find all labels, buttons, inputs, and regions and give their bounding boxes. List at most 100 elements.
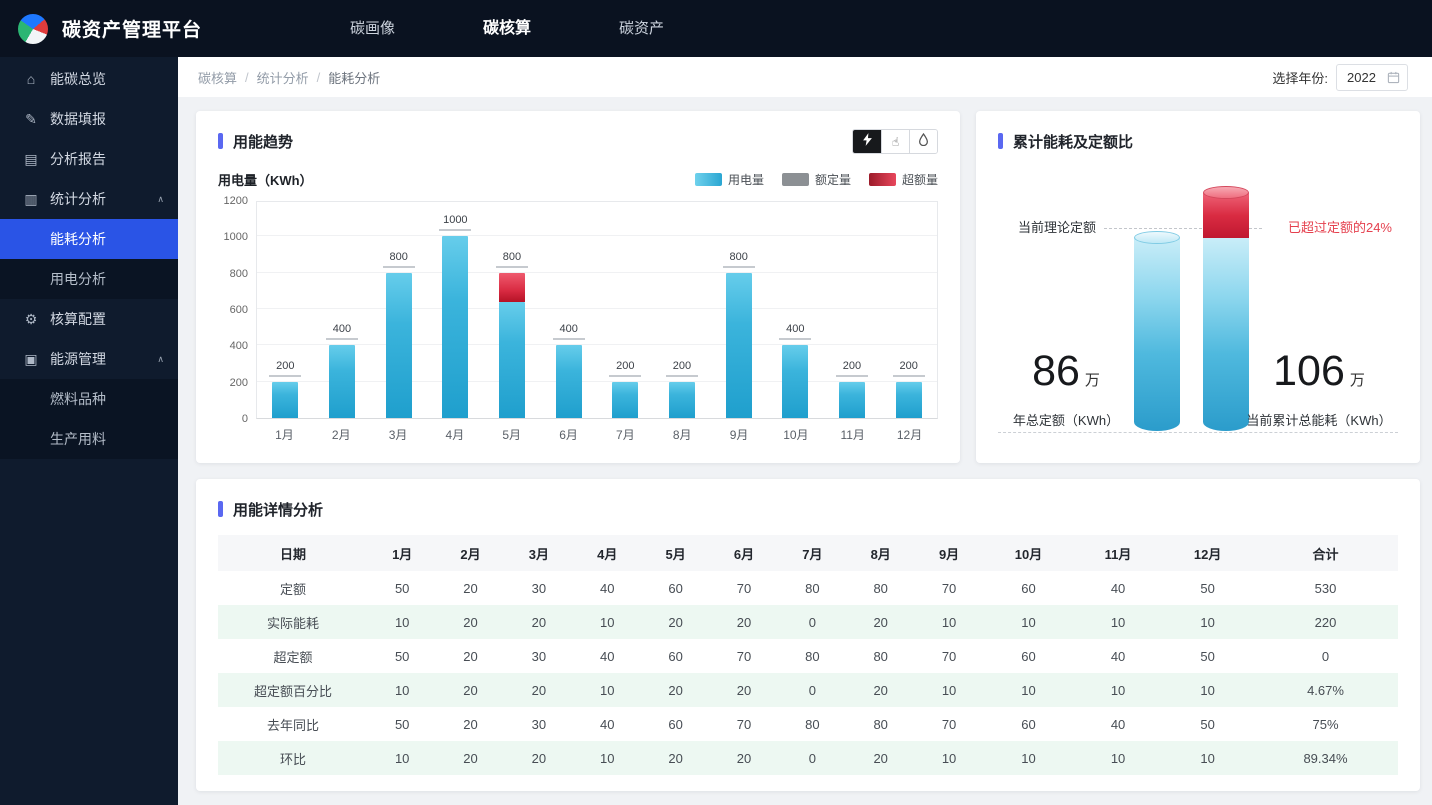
title-accent-bar	[998, 133, 1003, 149]
top-nav: 碳画像碳核算碳资产	[306, 0, 708, 57]
row-total: 530	[1253, 571, 1398, 605]
cell: 20	[436, 673, 504, 707]
bar-slot-5: 800	[484, 202, 541, 418]
cell: 10	[573, 605, 641, 639]
bar-month-9[interactable]	[726, 273, 752, 418]
x-tick-label-12: 12月	[881, 426, 938, 443]
cell: 80	[847, 639, 915, 673]
year-input[interactable]	[1345, 69, 1387, 86]
cell: 0	[778, 741, 846, 775]
bar-month-7[interactable]	[612, 382, 638, 418]
sidebar-item-4[interactable]: ▥统计分析∧	[0, 179, 178, 219]
sidebar-subitem-4-2[interactable]: 用电分析	[0, 259, 178, 299]
cell: 50	[1162, 707, 1253, 741]
cell: 10	[1162, 741, 1253, 775]
sidebar-item-3[interactable]: ▤分析报告	[0, 139, 178, 179]
cell: 20	[505, 605, 573, 639]
bar-month-2[interactable]	[329, 345, 355, 418]
trend-legend: 用电量 额定量 超额量	[695, 171, 938, 188]
topnav-item-1[interactable]: 碳画像	[306, 0, 439, 57]
topnav-item-2[interactable]: 碳核算	[439, 0, 575, 57]
edit-icon: ✎	[22, 111, 40, 128]
bar-slot-11: 200	[824, 202, 881, 418]
sidebar-item-6[interactable]: ▣能源管理∧	[0, 339, 178, 379]
detail-analysis-card: 用能详情分析 日期1月2月3月4月5月6月7月8月9月10月11月12月合计 定…	[196, 479, 1420, 791]
sidebar-subitem-6-2[interactable]: 生产用料	[0, 419, 178, 459]
trend-y-axis-title: 用电量（KWh）	[218, 170, 313, 189]
cell: 50	[1162, 639, 1253, 673]
cell: 20	[436, 741, 504, 775]
bar-month-8[interactable]	[669, 382, 695, 418]
bar-slot-6: 400	[540, 202, 597, 418]
cell: 40	[1074, 707, 1162, 741]
breadcrumb-item-1[interactable]: 碳核算	[198, 68, 237, 87]
sidebar-subitem-4-1[interactable]: 能耗分析	[0, 219, 178, 259]
cell: 20	[710, 605, 778, 639]
cell: 30	[505, 707, 573, 741]
row-label: 定额	[218, 571, 368, 605]
total-consumption-metric: 106万 当前累计总能耗（KWh）	[1228, 350, 1410, 429]
bar-month-10[interactable]	[782, 345, 808, 418]
toggle-hand[interactable]: ☝	[881, 130, 909, 153]
row-label: 超定额百分比	[218, 673, 368, 707]
rated-marker-4: 1000	[439, 214, 471, 231]
rated-line	[326, 338, 358, 340]
row-total: 220	[1253, 605, 1398, 639]
cell: 20	[641, 741, 709, 775]
bar-month-3[interactable]	[386, 273, 412, 418]
trend-x-axis: 1月2月3月4月5月6月7月8月9月10月11月12月	[256, 426, 938, 443]
y-tick-label: 600	[230, 304, 248, 316]
legend-swatch	[695, 173, 722, 186]
toggle-bolt[interactable]	[853, 130, 881, 153]
chevron-up-icon: ∧	[157, 354, 164, 365]
rated-line	[723, 266, 755, 268]
rated-marker-3: 800	[383, 251, 415, 268]
bar-month-4[interactable]	[442, 236, 468, 418]
droplet-icon	[918, 133, 929, 149]
total-consumption-caption: 当前累计总能耗（KWh）	[1228, 410, 1410, 429]
energy-type-toggle: ☝	[852, 129, 938, 154]
legend-item-3[interactable]: 超额量	[869, 171, 938, 188]
table-row-6: 环比1020201020200201010101089.34%	[218, 741, 1398, 775]
rated-line	[666, 375, 698, 377]
sidebar-item-2[interactable]: ✎数据填报	[0, 99, 178, 139]
row-label: 环比	[218, 741, 368, 775]
cell: 10	[915, 741, 983, 775]
bar-month-5[interactable]	[499, 302, 525, 418]
cell: 10	[1162, 673, 1253, 707]
col-header-10: 9月	[915, 535, 983, 571]
calendar-icon[interactable]	[1387, 71, 1400, 84]
sidebar-item-5[interactable]: ⚙核算配置	[0, 299, 178, 339]
table-row-5: 去年同比50203040607080807060405075%	[218, 707, 1398, 741]
breadcrumb-bar: 碳核算/统计分析/能耗分析 选择年份:	[178, 57, 1432, 97]
toggle-droplet[interactable]	[909, 130, 937, 153]
topnav-item-3[interactable]: 碳资产	[575, 0, 708, 57]
sidebar-item-1[interactable]: ⌂能碳总览	[0, 59, 178, 99]
col-header-7: 6月	[710, 535, 778, 571]
detail-card-title: 用能详情分析	[233, 499, 323, 520]
cell: 10	[1074, 605, 1162, 639]
rated-marker-5: 800	[496, 251, 528, 268]
rated-line	[383, 266, 415, 268]
legend-item-1[interactable]: 用电量	[695, 171, 764, 188]
bar-month-11[interactable]	[839, 382, 865, 418]
breadcrumb-item-2[interactable]: 统计分析	[257, 68, 309, 87]
cell: 20	[847, 741, 915, 775]
cell: 80	[778, 571, 846, 605]
trend-plot: 2004008001000800400200200800400200200	[256, 201, 938, 419]
bar-month-12[interactable]	[896, 382, 922, 418]
sidebar-subitem-6-1[interactable]: 燃料品种	[0, 379, 178, 419]
detail-table-body: 定额502030406070808070604050530实际能耗1020201…	[218, 571, 1398, 775]
cell: 10	[368, 673, 436, 707]
x-tick-label-3: 3月	[370, 426, 427, 443]
total-consumption-unit: 万	[1350, 372, 1365, 389]
rated-marker-10: 400	[779, 323, 811, 340]
cell: 70	[915, 571, 983, 605]
bar-over-month-5[interactable]	[499, 273, 525, 302]
year-picker-box[interactable]	[1336, 64, 1408, 91]
rated-line	[836, 375, 868, 377]
rated-line	[893, 375, 925, 377]
legend-item-2[interactable]: 额定量	[782, 171, 851, 188]
bar-month-6[interactable]	[556, 345, 582, 418]
bar-month-1[interactable]	[272, 382, 298, 418]
